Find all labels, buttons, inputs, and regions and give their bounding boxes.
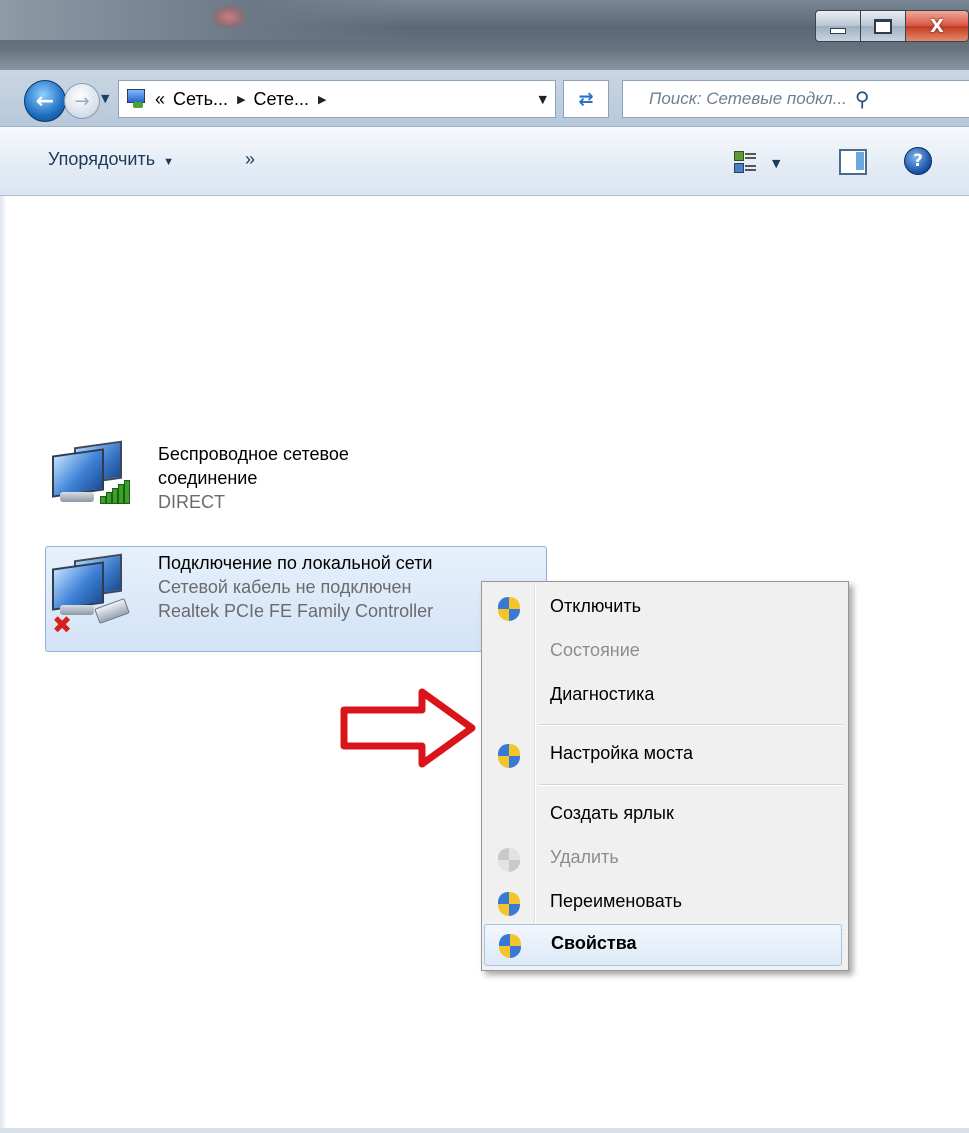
address-dropdown-icon[interactable]: ▼ bbox=[539, 93, 547, 106]
uac-shield-icon bbox=[498, 744, 520, 768]
maximize-icon bbox=[874, 18, 892, 34]
search-icon[interactable]: ⚲ bbox=[855, 87, 870, 111]
forward-arrow-icon: → bbox=[74, 90, 90, 112]
menu-item-rename[interactable]: Переименовать bbox=[484, 883, 844, 923]
network-connections-icon bbox=[125, 89, 147, 109]
forward-button[interactable]: → bbox=[64, 83, 100, 119]
chevron-down-icon: ▼ bbox=[163, 156, 175, 168]
window-buttons: X bbox=[815, 10, 969, 42]
back-button[interactable]: ← bbox=[24, 80, 66, 122]
menu-item-label: Состояние bbox=[550, 640, 640, 660]
item-status: Сетевой кабель не подключен bbox=[158, 577, 412, 597]
address-row: ← → ▼ « Сеть... ▶ Сете... ▶ ▼ ⇄ Поиск: С… bbox=[0, 70, 969, 127]
maximize-button[interactable] bbox=[861, 10, 906, 42]
menu-item-label: Настройка моста bbox=[550, 743, 694, 763]
refresh-button[interactable]: ⇄ bbox=[563, 80, 609, 118]
menu-item-create-shortcut[interactable]: Создать ярлык bbox=[484, 795, 844, 835]
breadcrumb-prefix[interactable]: « bbox=[155, 89, 165, 110]
menu-item-label: Отключить bbox=[550, 596, 641, 616]
uac-shield-icon bbox=[498, 892, 520, 916]
command-bar: Упорядочить ▼ » ▼ ? bbox=[0, 127, 969, 196]
refresh-icon: ⇄ bbox=[578, 88, 594, 110]
more-commands-button[interactable]: » bbox=[245, 149, 255, 170]
item-status: DIRECT bbox=[158, 492, 225, 512]
menu-item-status: Состояние bbox=[484, 632, 844, 672]
window-left-border bbox=[0, 196, 5, 1133]
lan-network-icon: ✖ bbox=[48, 553, 130, 639]
annotation-arrow-icon bbox=[340, 688, 476, 768]
menu-item-disable[interactable]: Отключить bbox=[484, 588, 844, 628]
lan-connection-item[interactable]: ✖ Подключение по локальной сети Сетевой … bbox=[45, 546, 547, 652]
breadcrumb-separator-icon[interactable]: ▶ bbox=[318, 93, 326, 106]
window-bottom-border bbox=[0, 1128, 969, 1133]
address-bar[interactable]: « Сеть... ▶ Сете... ▶ ▼ bbox=[118, 80, 556, 118]
help-icon[interactable]: ? bbox=[904, 147, 932, 175]
close-button[interactable]: X bbox=[906, 10, 969, 42]
breadcrumb-network-connections[interactable]: Сете... bbox=[254, 89, 309, 110]
wireless-connection-item[interactable]: Беспроводное сетевое соединение DIRECT bbox=[48, 440, 588, 530]
recent-pages-dropdown[interactable]: ▼ bbox=[101, 92, 109, 105]
menu-item-label: Создать ярлык bbox=[550, 803, 674, 823]
organize-label: Упорядочить bbox=[48, 149, 156, 169]
menu-item-properties[interactable]: Свойства bbox=[484, 924, 842, 966]
wireless-network-icon bbox=[48, 440, 130, 516]
menu-item-label: Диагностика bbox=[550, 684, 655, 704]
item-adapter: Realtek PCIe FE Family Controller bbox=[158, 601, 434, 621]
minimize-icon bbox=[830, 28, 846, 34]
menu-item-bridge[interactable]: Настройка моста bbox=[484, 735, 844, 775]
context-menu: Отключить Состояние Диагностика Настройк… bbox=[481, 581, 849, 971]
menu-item-delete: Удалить bbox=[484, 839, 844, 879]
change-view-icon[interactable] bbox=[734, 151, 756, 173]
title-bar-glow bbox=[212, 6, 246, 28]
menu-item-diagnose[interactable]: Диагностика bbox=[484, 676, 844, 716]
menu-item-label: Свойства bbox=[551, 933, 637, 953]
close-icon: X bbox=[930, 15, 944, 37]
disconnected-x-icon: ✖ bbox=[52, 611, 73, 639]
menu-item-label: Удалить bbox=[550, 847, 619, 867]
signal-strength-icon bbox=[100, 480, 130, 504]
menu-separator bbox=[538, 724, 844, 726]
menu-separator bbox=[538, 784, 844, 786]
title-bar-blur bbox=[0, 0, 420, 40]
uac-shield-icon bbox=[499, 934, 521, 958]
menu-item-label: Переименовать bbox=[550, 891, 682, 911]
preview-pane-icon[interactable] bbox=[839, 149, 867, 175]
breadcrumb-separator-icon[interactable]: ▶ bbox=[237, 93, 245, 106]
back-arrow-icon: ← bbox=[35, 88, 55, 114]
search-placeholder: Поиск: Сетевые подкл... bbox=[649, 89, 847, 108]
title-bar: X bbox=[0, 0, 969, 70]
search-input[interactable]: Поиск: Сетевые подкл... ⚲ bbox=[622, 80, 969, 118]
minimize-button[interactable] bbox=[815, 10, 861, 42]
item-title-line2: соединение bbox=[158, 468, 258, 488]
item-title-line1: Беспроводное сетевое bbox=[158, 444, 349, 464]
uac-shield-icon bbox=[498, 597, 520, 621]
uac-shield-icon bbox=[498, 848, 520, 872]
item-title: Подключение по локальной сети bbox=[158, 553, 433, 573]
breadcrumb-network[interactable]: Сеть... bbox=[173, 89, 228, 110]
view-options-dropdown[interactable]: ▼ bbox=[772, 157, 780, 170]
organize-button[interactable]: Упорядочить ▼ bbox=[48, 149, 174, 170]
